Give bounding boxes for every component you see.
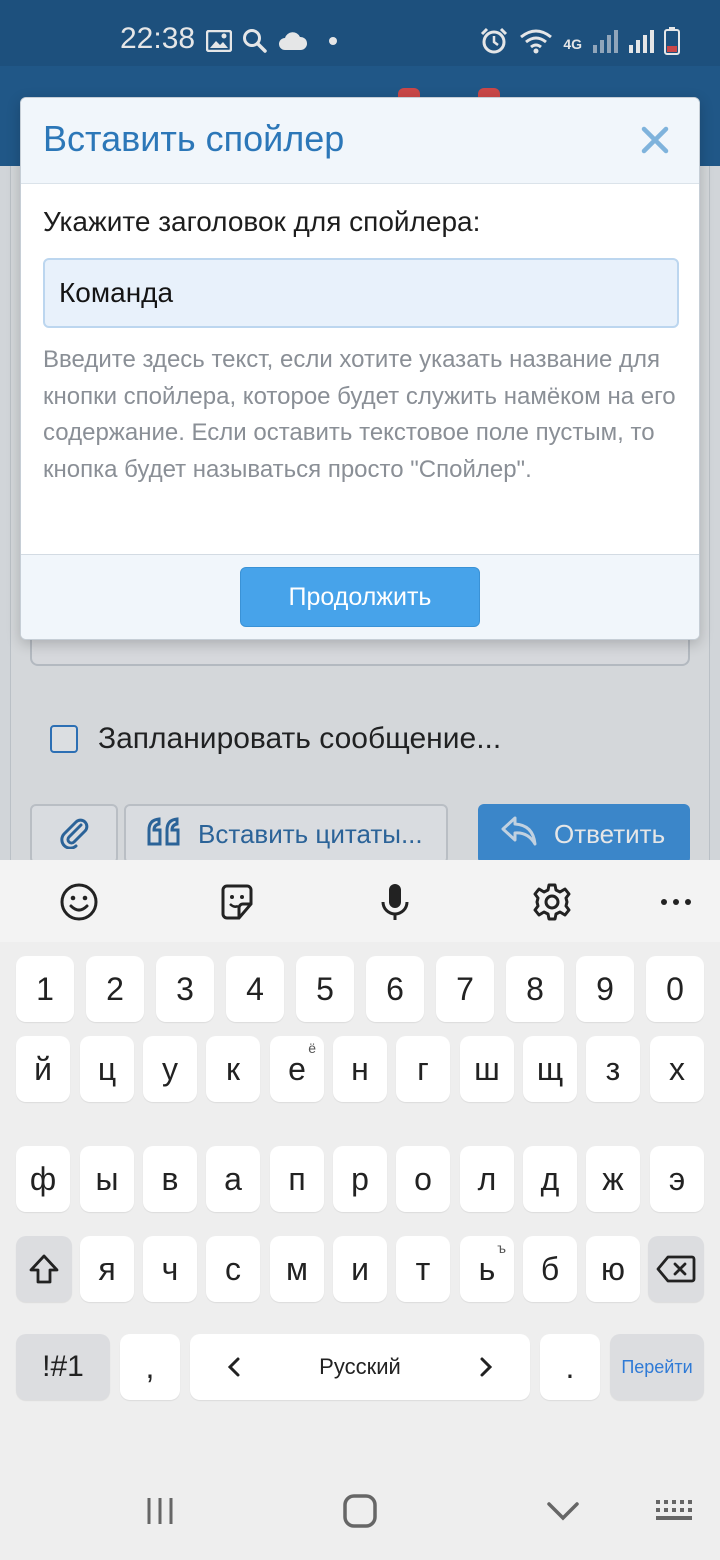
navigation-bar [0,1460,720,1560]
spoiler-title-hint: Введите здесь текст, если хотите указать… [43,346,676,483]
key-letter[interactable]: ж [586,1146,640,1212]
key-6[interactable]: 6 [366,956,424,1022]
keyboard-toolbar [0,860,720,942]
dialog-title: Вставить спойлер [43,118,345,159]
key-letter[interactable]: с [206,1236,260,1302]
key-9[interactable]: 9 [576,956,634,1022]
key-letter[interactable]: в [143,1146,197,1212]
key-letter[interactable]: у [143,1036,197,1102]
key-4[interactable]: 4 [226,956,284,1022]
key-letter-label: е [288,1050,306,1087]
close-button[interactable] [635,120,675,160]
key-letter[interactable]: х [650,1036,704,1102]
gear-icon[interactable] [530,880,574,924]
dialog-body: Укажите заголовок для спойлера: Введите … [21,184,699,554]
key-letter[interactable]: и [333,1236,387,1302]
key-3[interactable]: 3 [156,956,214,1022]
back-chevron-icon[interactable] [538,1486,588,1536]
continue-button[interactable]: Продолжить [240,567,480,627]
key-letter-e[interactable]: ё е [270,1036,324,1102]
emoji-icon[interactable] [57,880,101,924]
close-icon [641,126,669,154]
key-letter[interactable]: з [586,1036,640,1102]
spoiler-title-input[interactable] [43,258,679,328]
key-letter[interactable]: п [270,1146,324,1212]
key-letter[interactable]: л [460,1146,514,1212]
chevron-right-icon [478,1349,494,1386]
key-1[interactable]: 1 [16,956,74,1022]
key-letter[interactable]: ц [80,1036,134,1102]
key-letter[interactable]: э [650,1146,704,1212]
key-5[interactable]: 5 [296,956,354,1022]
key-letter[interactable]: к [206,1036,260,1102]
comma-key[interactable]: , [120,1334,180,1400]
key-letter[interactable]: д [523,1146,577,1212]
key-letter[interactable]: ю [586,1236,640,1302]
period-key[interactable]: . [540,1334,600,1400]
key-sup-hard-sign: ъ [497,1240,506,1256]
key-letter[interactable]: г [396,1036,450,1102]
key-letter[interactable]: б [523,1236,577,1302]
key-letter-soft-sign[interactable]: ъ ь [460,1236,514,1302]
key-letter[interactable]: м [270,1236,324,1302]
key-letter[interactable]: й [16,1036,70,1102]
more-options-icon[interactable] [654,880,698,924]
symbols-key[interactable]: !#1 [16,1334,110,1400]
key-letter[interactable]: н [333,1036,387,1102]
key-letter[interactable]: о [396,1146,450,1212]
recent-apps-icon[interactable] [135,1486,185,1536]
go-key[interactable]: Перейти [610,1334,704,1400]
backspace-icon [656,1255,696,1283]
shift-icon [29,1254,59,1284]
key-letter[interactable]: т [396,1236,450,1302]
key-letter[interactable]: я [80,1236,134,1302]
spoiler-title-label: Укажите заголовок для спойлера: [43,206,481,237]
key-letter[interactable]: ш [460,1036,514,1102]
key-letter[interactable]: р [333,1146,387,1212]
key-letter[interactable]: щ [523,1036,577,1102]
space-key[interactable]: Русский [190,1334,530,1400]
dialog-footer: Продолжить [21,554,699,639]
key-letter[interactable]: ф [16,1146,70,1212]
chevron-left-icon [226,1349,242,1386]
shift-key[interactable] [16,1236,72,1302]
key-letter[interactable]: ы [80,1146,134,1212]
key-letter-label: ь [478,1250,496,1287]
key-letter[interactable]: а [206,1146,260,1212]
key-2[interactable]: 2 [86,956,144,1022]
backspace-key[interactable] [648,1236,704,1302]
keyboard-switch-icon[interactable] [650,1486,700,1536]
sticker-icon[interactable] [215,880,259,924]
dialog-header: Вставить спойлер [21,98,699,184]
microphone-icon[interactable] [373,880,417,924]
key-sup-yo: ё [308,1040,316,1056]
insert-spoiler-dialog: Вставить спойлер Укажите заголовок для с… [20,97,700,640]
key-7[interactable]: 7 [436,956,494,1022]
key-0[interactable]: 0 [646,956,704,1022]
key-letter[interactable]: ч [143,1236,197,1302]
space-label: Русский [319,1354,401,1379]
key-8[interactable]: 8 [506,956,564,1022]
home-icon[interactable] [335,1486,385,1536]
